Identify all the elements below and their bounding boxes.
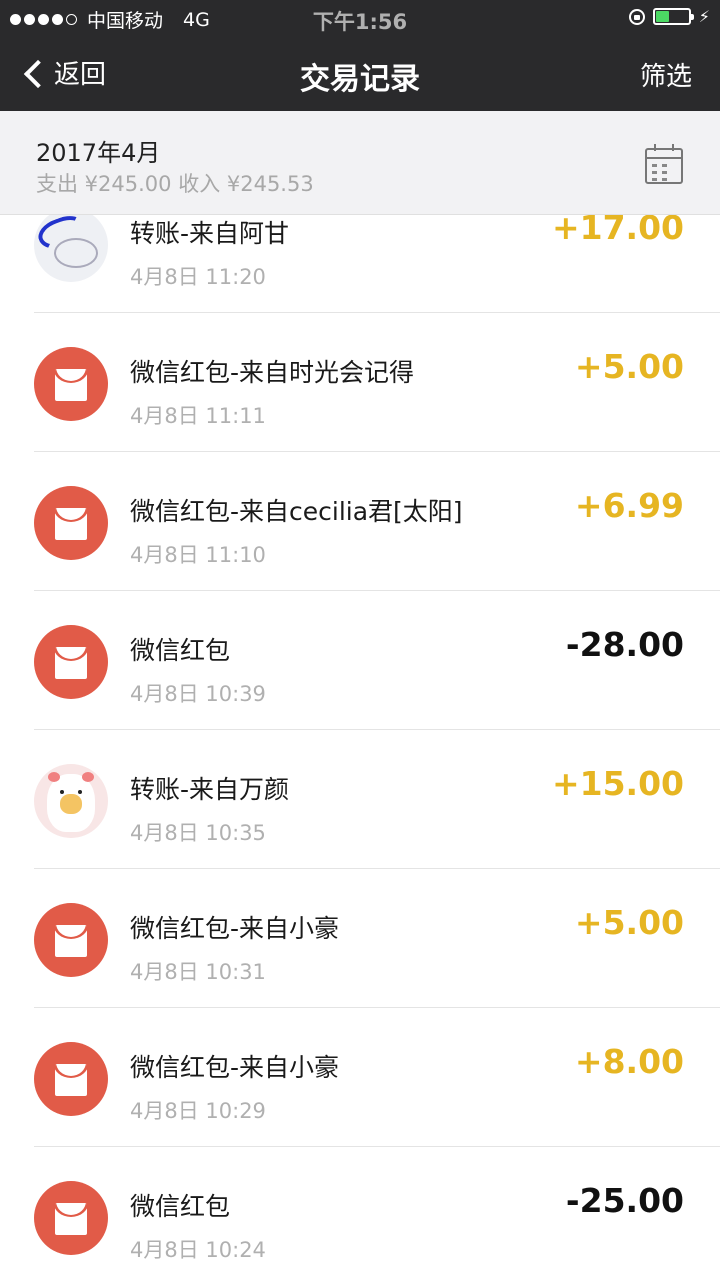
envelope-shape [55, 925, 87, 957]
avatar-part [78, 790, 82, 794]
transaction-row[interactable]: 转账-来自阿甘 4月8日 11:20 +17.00 [0, 215, 720, 313]
transaction-title: 微信红包 [130, 636, 231, 665]
red-packet-icon [34, 486, 108, 560]
avatar-part [82, 772, 94, 782]
transaction-row[interactable]: 微信红包-来自小豪 4月8日 10:31 +5.00 [0, 869, 720, 1008]
transaction-amount: -25.00 [565, 1181, 684, 1220]
avatar-part [60, 794, 82, 814]
transaction-title: 微信红包-来自时光会记得 [130, 358, 415, 387]
transaction-time: 4月8日 10:35 [130, 821, 266, 845]
red-packet-icon [34, 1181, 108, 1255]
red-packet-icon [34, 347, 108, 421]
transaction-title: 微信红包-来自小豪 [130, 914, 340, 943]
transaction-title: 微信红包-来自cecilia君[太阳] [130, 497, 463, 526]
transaction-amount: +15.00 [551, 764, 684, 803]
battery-fill [655, 11, 670, 22]
red-packet-icon [34, 1042, 108, 1116]
transaction-row[interactable]: 微信红包-来自小豪 4月8日 10:29 +8.00 [0, 1008, 720, 1147]
rotation-lock-icon [628, 8, 645, 25]
battery-icon [652, 8, 694, 25]
transaction-title: 转账-来自阿甘 [130, 219, 290, 248]
transaction-amount: +8.00 [574, 1042, 684, 1081]
page-title: 交易记录 [300, 62, 420, 97]
transaction-row[interactable]: 微信红包-来自时光会记得 4月8日 11:11 +5.00 [0, 313, 720, 452]
navigation-bar: 返回 交易记录 筛选 [0, 36, 720, 111]
envelope-shape [55, 1064, 87, 1096]
month-label: 2017年4月 [36, 139, 161, 167]
avatar-part [60, 790, 64, 794]
transaction-amount: -28.00 [565, 625, 684, 664]
transaction-time: 4月8日 11:20 [130, 265, 266, 289]
transaction-time: 4月8日 10:24 [130, 1238, 266, 1262]
avatar [34, 215, 108, 282]
envelope-shape [55, 369, 87, 401]
transaction-title: 微信红包 [130, 1192, 231, 1221]
month-summary: 2017年4月 支出 ¥245.00 收入 ¥245.53 [0, 111, 720, 215]
status-bar-right: ⚡ [628, 7, 710, 26]
calendar-icon[interactable] [645, 144, 683, 184]
transaction-title: 微信红包-来自小豪 [130, 1053, 340, 1082]
transaction-row[interactable]: 微信红包-来自cecilia君[太阳] 4月8日 11:10 +6.99 [0, 452, 720, 591]
transaction-amount: +5.00 [574, 347, 684, 386]
transaction-time: 4月8日 10:39 [130, 682, 266, 706]
red-packet-icon [34, 625, 108, 699]
red-packet-icon [34, 903, 108, 977]
avatar-part [48, 772, 60, 782]
transaction-time: 4月8日 10:29 [130, 1099, 266, 1123]
transaction-time: 4月8日 11:10 [130, 543, 266, 567]
transaction-title: 转账-来自万颜 [130, 775, 290, 804]
calendar-ring [654, 144, 656, 151]
envelope-shape [55, 508, 87, 540]
transaction-amount: +6.99 [574, 486, 684, 525]
month-totals: 支出 ¥245.00 收入 ¥245.53 [36, 172, 314, 196]
envelope-shape [55, 1203, 87, 1235]
status-time: 下午1:56 [312, 10, 408, 34]
status-bar: 中国移动 4G 下午1:56 ⚡ [0, 0, 720, 36]
transaction-amount: +17.00 [551, 215, 684, 247]
transaction-amount: +5.00 [574, 903, 684, 942]
avatar-stroke [54, 238, 98, 268]
charging-icon: ⚡ [698, 7, 710, 26]
calendar-grid [652, 164, 676, 181]
envelope-shape [55, 647, 87, 679]
filter-button[interactable]: 筛选 [640, 56, 692, 93]
transaction-time: 4月8日 11:11 [130, 404, 266, 428]
transaction-row[interactable]: 转账-来自万颜 4月8日 10:35 +15.00 [0, 730, 720, 869]
calendar-ring [672, 144, 674, 151]
transaction-time: 4月8日 10:31 [130, 960, 266, 984]
transaction-list[interactable]: 转账-来自阿甘 4月8日 11:20 +17.00 微信红包-来自时光会记得 4月8日 … [0, 215, 720, 1280]
transaction-row[interactable]: 微信红包 4月8日 10:39 -28.00 [0, 591, 720, 730]
avatar [34, 764, 108, 838]
transaction-list-inner: 转账-来自阿甘 4月8日 11:20 +17.00 微信红包-来自时光会记得 4月8日 … [0, 215, 720, 1280]
transaction-row[interactable]: 微信红包 4月8日 10:24 -25.00 [0, 1147, 720, 1280]
